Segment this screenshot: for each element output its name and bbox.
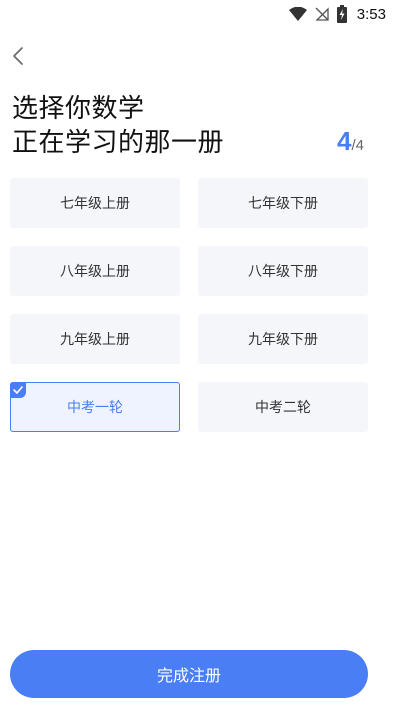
step-current: 4 [337,126,352,156]
option-label: 八年级下册 [248,264,318,280]
title-line-1: 选择你数学 [12,94,145,124]
no-signal-icon [315,7,329,21]
option-grade9-vol1[interactable]: 九年级上册 [10,314,180,364]
step-total: /4 [351,137,364,154]
submit-label: 完成注册 [156,666,221,685]
status-bar: 3:53 [0,0,400,28]
option-label: 七年级下册 [248,196,318,212]
title-line-2: 正在学习的那一册 [12,128,225,158]
check-icon [10,382,26,398]
option-label: 七年级上册 [60,196,130,212]
status-icons: 3:53 [288,4,386,24]
complete-registration-button[interactable]: 完成注册 [10,650,368,698]
page-title: 选择你数学 正在学习的那一册 [12,92,224,160]
option-label: 中考一轮 [67,400,123,416]
option-grade7-vol1[interactable]: 七年级上册 [10,178,180,228]
option-grade8-vol2[interactable]: 八年级下册 [198,246,368,296]
chevron-left-icon [12,46,24,70]
status-time: 3:53 [356,5,386,23]
option-label: 八年级上册 [60,264,130,280]
option-label: 中考二轮 [255,400,311,416]
option-grade8-vol1[interactable]: 八年级上册 [10,246,180,296]
option-label: 九年级下册 [248,332,318,348]
option-label: 九年级上册 [60,332,130,348]
battery-charging-icon [336,5,347,23]
option-exam-round1[interactable]: 中考一轮 [10,382,180,432]
wifi-icon [288,7,307,21]
option-exam-round2[interactable]: 中考二轮 [198,382,368,432]
step-indicator: 4/4 [337,126,364,157]
option-grade9-vol2[interactable]: 九年级下册 [198,314,368,364]
grade-options-grid: 七年级上册 七年级下册 八年级上册 八年级下册 九年级上册 九年级下册 中考一轮… [10,178,368,432]
option-grade7-vol2[interactable]: 七年级下册 [198,178,368,228]
back-button[interactable] [4,44,32,72]
